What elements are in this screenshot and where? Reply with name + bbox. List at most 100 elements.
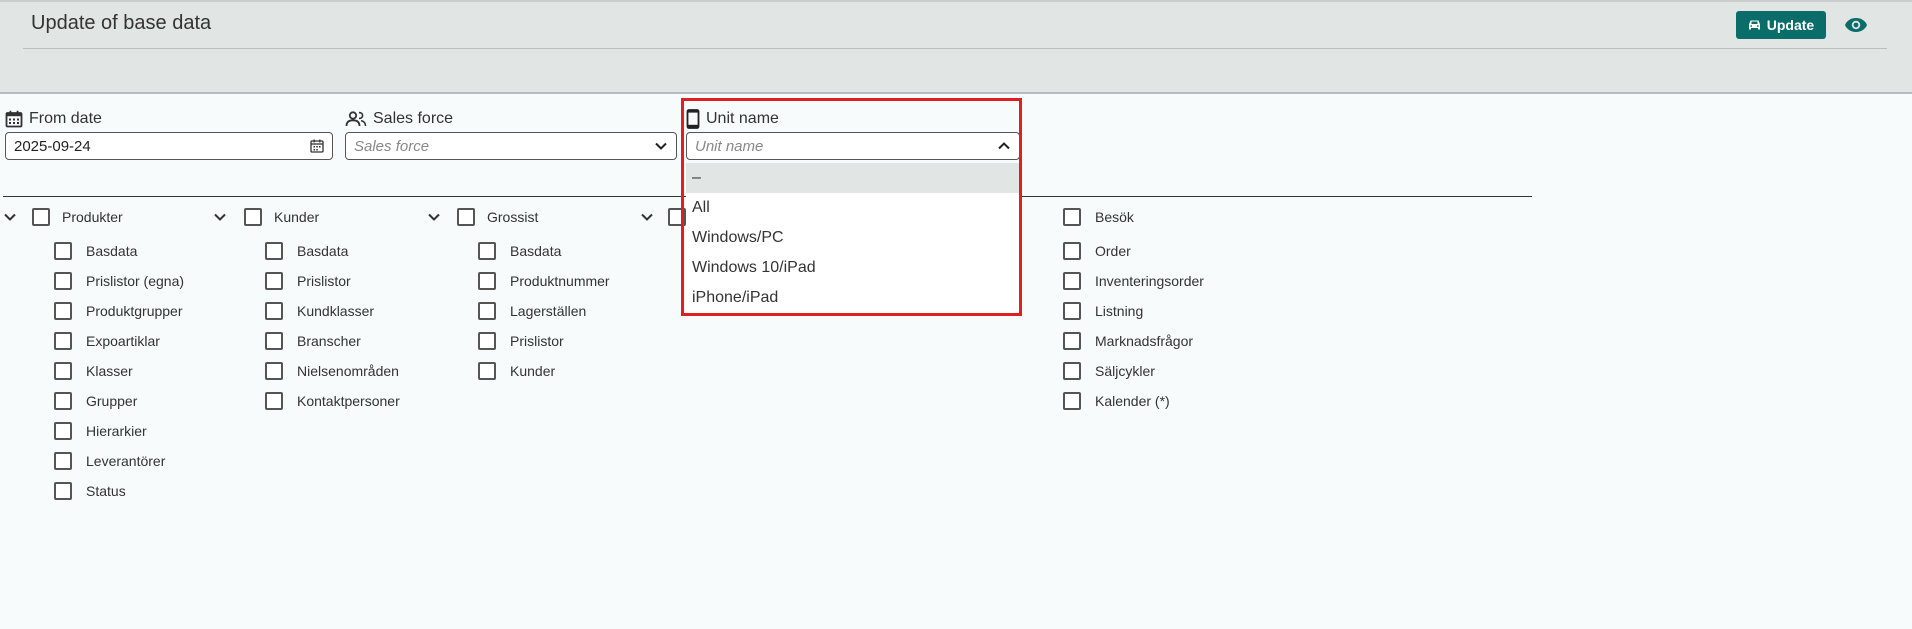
chevron-down-icon[interactable] [0,207,20,227]
item-checkbox[interactable] [54,242,72,260]
item-checkbox[interactable] [54,302,72,320]
item-checkbox[interactable] [478,332,496,350]
page-title: Update of base data [31,12,212,34]
list-item: Inventeringsorder [1063,266,1204,296]
sales-force-placeholder: Sales force [354,137,430,155]
eye-icon [1845,18,1867,32]
item-checkbox[interactable] [54,362,72,380]
item-label: Lagerställen [510,303,587,319]
item-checkbox[interactable] [54,332,72,350]
item-checkbox[interactable] [1063,302,1081,320]
list-item: Prislistor [265,266,400,296]
unit-name-select[interactable]: Unit name [686,132,1020,160]
group-title: Besök [1095,209,1134,225]
list-item: Prislistor [478,326,610,356]
item-checkbox[interactable] [1063,392,1081,410]
item-checkbox[interactable] [265,302,283,320]
sales-force-field: Sales force Sales force [345,108,677,160]
list-item: Status [54,476,184,506]
group-checkbox[interactable] [244,208,262,226]
list-item: Expoartiklar [54,326,184,356]
group-besok: Besök Order Inventeringsorder Listning M… [1063,206,1204,416]
item-label: Kalender (*) [1095,393,1170,409]
item-checkbox[interactable] [54,422,72,440]
item-label: Inventeringsorder [1095,273,1204,289]
chevron-down-icon[interactable] [424,207,444,227]
group-title: Kunder [274,209,320,225]
calendar-icon [5,110,23,128]
from-date-input[interactable]: 2025-09-24 [5,132,333,160]
item-label: Marknadsfrågor [1095,333,1194,349]
list-item: Leverantörer [54,446,184,476]
group-checkbox[interactable] [457,208,475,226]
item-checkbox[interactable] [478,362,496,380]
item-checkbox[interactable] [54,452,72,470]
list-item: Basdata [265,236,400,266]
dropdown-option-all[interactable]: All [686,193,1020,223]
dropdown-option-none[interactable]: – [686,163,1020,193]
item-checkbox[interactable] [1063,362,1081,380]
update-button-label: Update [1766,17,1815,33]
list-item: Kalender (*) [1063,386,1204,416]
group-title: Grossist [487,209,539,225]
group-checkbox[interactable] [668,208,686,226]
item-label: Status [86,483,126,499]
item-label: Klasser [86,363,133,379]
item-checkbox[interactable] [54,482,72,500]
list-item: Produktnummer [478,266,610,296]
item-label: Grupper [86,393,138,409]
list-item: Grupper [54,386,184,416]
from-date-label: From date [29,110,102,127]
item-checkbox[interactable] [1063,332,1081,350]
people-icon [345,111,367,127]
chevron-down-icon[interactable] [637,207,657,227]
group-kunder: Kunder Basdata Prislistor Kundklasser Br… [210,206,400,416]
from-date-value: 2025-09-24 [14,137,91,155]
phone-icon [686,109,700,129]
list-item: Prislistor (egna) [54,266,184,296]
chevron-down-icon[interactable] [210,207,230,227]
preview-button[interactable] [1842,14,1870,36]
item-label: Leverantörer [86,453,166,469]
dropdown-option-windows10-ipad[interactable]: Windows 10/iPad [686,253,1020,283]
list-item: Säljcykler [1063,356,1204,386]
list-item: Basdata [54,236,184,266]
item-checkbox[interactable] [265,242,283,260]
item-checkbox[interactable] [265,362,283,380]
item-label: Kontaktpersoner [297,393,400,409]
item-label: Expoartiklar [86,333,160,349]
item-label: Listning [1095,303,1144,319]
item-checkbox[interactable] [478,242,496,260]
list-item: Order [1063,236,1204,266]
item-checkbox[interactable] [54,272,72,290]
unit-name-dropdown: – All Windows/PC Windows 10/iPad iPhone/… [686,163,1020,313]
chevron-up-icon [998,142,1010,150]
dropdown-option-windows-pc[interactable]: Windows/PC [686,223,1020,253]
dropdown-option-iphone-ipad[interactable]: iPhone/iPad [686,283,1020,313]
list-item: Hierarkier [54,416,184,446]
item-checkbox[interactable] [265,272,283,290]
group-checkbox[interactable] [32,208,50,226]
header-divider [23,48,1887,49]
item-checkbox[interactable] [1063,242,1081,260]
item-checkbox[interactable] [54,392,72,410]
update-button[interactable]: Update [1736,11,1826,39]
group-title: Produkter [62,209,123,225]
item-checkbox[interactable] [265,392,283,410]
list-item: Basdata [478,236,610,266]
item-checkbox[interactable] [265,332,283,350]
item-label: Prislistor [510,333,564,349]
item-checkbox[interactable] [478,302,496,320]
group-checkbox[interactable] [1063,208,1081,226]
item-label: Produktgrupper [86,303,183,319]
item-checkbox[interactable] [1063,272,1081,290]
car-icon [1748,20,1760,30]
sales-force-select[interactable]: Sales force [345,132,677,160]
item-label: Branscher [297,333,361,349]
item-label: Kunder [510,363,556,379]
calendar-picker-icon[interactable] [310,139,324,153]
page-header: Update of base data Update [0,0,1912,94]
list-item: Marknadsfrågor [1063,326,1204,356]
item-label: Order [1095,243,1131,259]
item-checkbox[interactable] [478,272,496,290]
